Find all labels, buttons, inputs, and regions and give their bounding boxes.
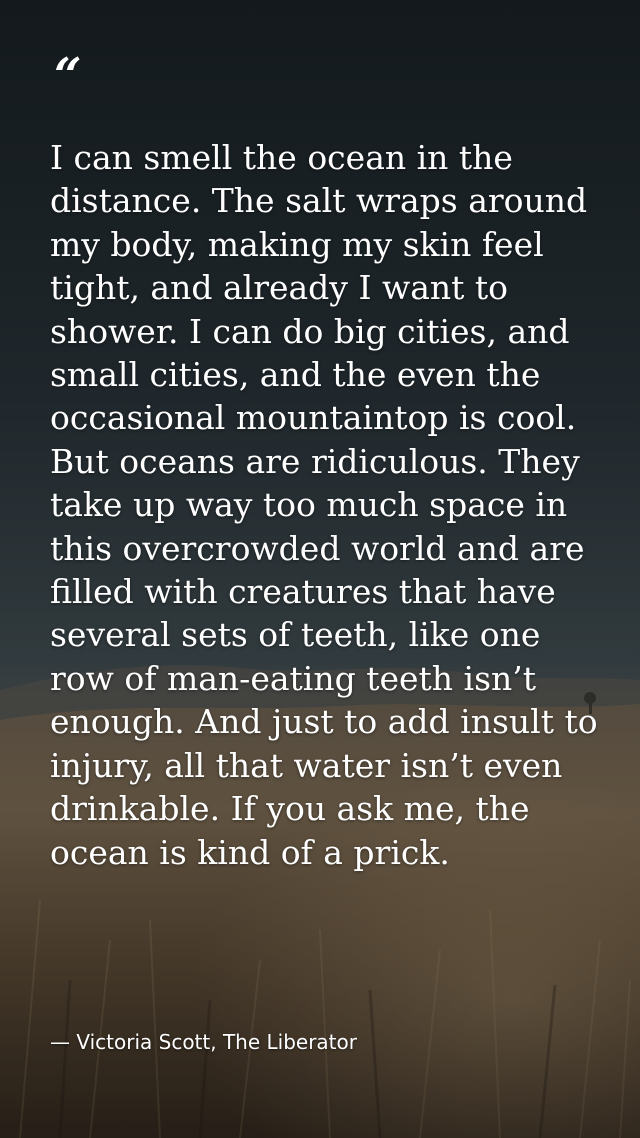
quotation-mark-icon: “ — [54, 48, 82, 104]
quote-attribution: — Victoria Scott, The Liberator — [50, 1030, 357, 1054]
quote-text: I can smell the ocean in the distance. T… — [50, 138, 598, 872]
quote-card: “ I can smell the ocean in the distance.… — [50, 0, 600, 1138]
